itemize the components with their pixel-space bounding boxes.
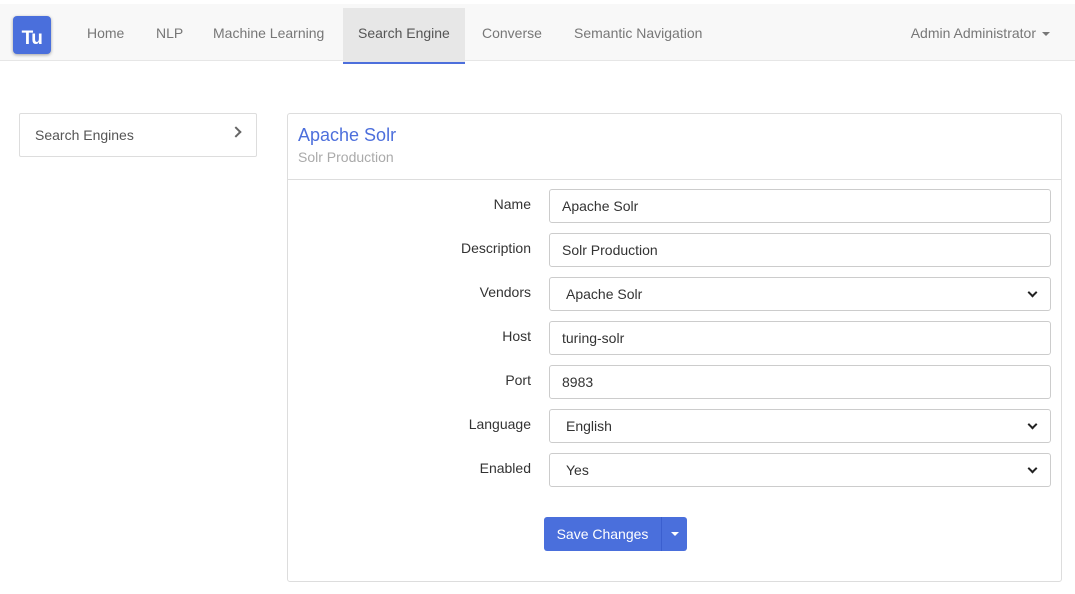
top-navbar: Tu Home NLP Machine Learning Search Engi… [0,0,1075,64]
panel-subtitle: Solr Production [298,149,394,165]
nav-item-nlp[interactable]: NLP [141,8,198,64]
host-label: Host [502,328,531,344]
nav-item-search-engine[interactable]: Search Engine [343,8,465,64]
vendors-selected-value: Apache Solr [566,286,643,302]
form-row-port: Port 8983 [288,365,1063,399]
nav-item-semantic-navigation[interactable]: Semantic Navigation [559,8,717,64]
form-row-name: Name Apache Solr [288,189,1063,223]
nav-item-home[interactable]: Home [72,8,139,64]
enabled-selected-value: Yes [566,462,589,478]
nav-item-machine-learning[interactable]: Machine Learning [198,8,339,64]
caret-down-icon [671,532,679,536]
sidebar-item-search-engines[interactable]: Search Engines [19,113,257,157]
save-changes-button[interactable]: Save Changes [544,517,661,551]
port-field[interactable]: 8983 [549,365,1051,399]
form-row-description: Description Solr Production [288,233,1063,267]
form-row-language: Language English [288,409,1063,443]
port-label: Port [505,372,531,388]
form-row-enabled: Enabled Yes [288,453,1063,487]
user-menu[interactable]: Admin Administrator [911,8,1050,64]
name-field[interactable]: Apache Solr [549,189,1051,223]
description-label: Description [460,240,531,256]
host-field[interactable]: turing-solr [549,321,1051,355]
enabled-label: Enabled [479,460,531,476]
save-options-dropdown-button[interactable] [661,517,687,551]
language-select[interactable]: English [549,409,1051,443]
chevron-right-icon [230,126,242,138]
form-row-vendors: Vendors Apache Solr [288,277,1063,311]
sidebar-item-label: Search Engines [35,127,134,143]
chevron-down-icon [1027,419,1038,430]
user-name: Admin Administrator [910,25,1036,41]
form-row-host: Host turing-solr [288,321,1063,355]
caret-down-icon [1042,32,1050,37]
app-logo[interactable]: Tu [13,16,51,54]
chevron-down-icon [1027,287,1038,298]
chevron-down-icon [1027,463,1038,474]
panel-heading: Apache Solr Solr Production [288,114,1061,180]
search-engine-panel: Apache Solr Solr Production Name Apache … [287,113,1062,582]
language-label: Language [468,416,531,432]
panel-title: Apache Solr [298,125,397,145]
nav-item-converse[interactable]: Converse [467,8,557,64]
language-selected-value: English [566,418,612,434]
description-field[interactable]: Solr Production [549,233,1051,267]
vendors-select[interactable]: Apache Solr [549,277,1051,311]
vendors-label: Vendors [479,284,531,300]
enabled-select[interactable]: Yes [549,453,1051,487]
name-label: Name [493,196,531,212]
